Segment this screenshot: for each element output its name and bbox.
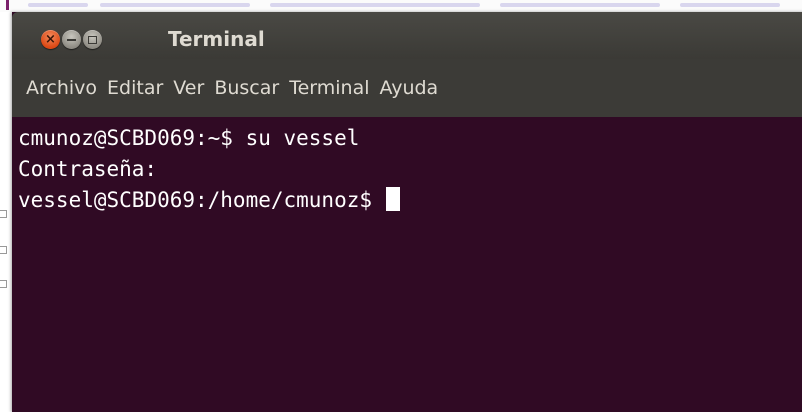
text-cursor bbox=[386, 187, 401, 211]
terminal-line: Contraseña: bbox=[18, 157, 158, 181]
terminal-prompt: vessel@SCBD069:/home/cmunoz$ bbox=[18, 188, 373, 212]
background-text bbox=[100, 3, 250, 7]
menu-terminal[interactable]: Terminal bbox=[289, 77, 369, 99]
terminal-output[interactable]: cmunoz@SCBD069:~$ su vessel Contraseña: … bbox=[12, 117, 802, 412]
menu-bar: Archivo Editar Ver Buscar Terminal Ayuda bbox=[12, 59, 802, 117]
background-text bbox=[500, 3, 660, 7]
close-button[interactable]: × bbox=[41, 30, 60, 49]
maximize-icon bbox=[88, 35, 97, 44]
menu-archivo[interactable]: Archivo bbox=[26, 77, 97, 99]
background-cursor-mark bbox=[6, 0, 9, 10]
menu-ayuda[interactable]: Ayuda bbox=[380, 77, 439, 99]
title-bar[interactable]: × Terminal bbox=[12, 12, 802, 59]
menu-buscar[interactable]: Buscar bbox=[214, 77, 279, 99]
close-icon: × bbox=[45, 32, 56, 47]
window-title: Terminal bbox=[168, 27, 265, 51]
minimize-button[interactable] bbox=[62, 30, 81, 49]
background-editor-strip bbox=[0, 0, 802, 12]
background-text bbox=[28, 3, 88, 7]
background-editor-gutter bbox=[0, 210, 8, 300]
menu-ver[interactable]: Ver bbox=[173, 77, 204, 99]
maximize-button[interactable] bbox=[83, 30, 102, 49]
terminal-line: cmunoz@SCBD069:~$ su vessel bbox=[18, 126, 360, 150]
background-text bbox=[680, 3, 780, 7]
terminal-window[interactable]: × Terminal Archivo Editar Ver Buscar Ter… bbox=[12, 12, 802, 412]
terminal-prompt-line: vessel@SCBD069:/home/cmunoz$ bbox=[18, 185, 802, 216]
menu-editar[interactable]: Editar bbox=[107, 77, 163, 99]
minimize-icon bbox=[67, 38, 76, 41]
background-text bbox=[270, 3, 480, 7]
